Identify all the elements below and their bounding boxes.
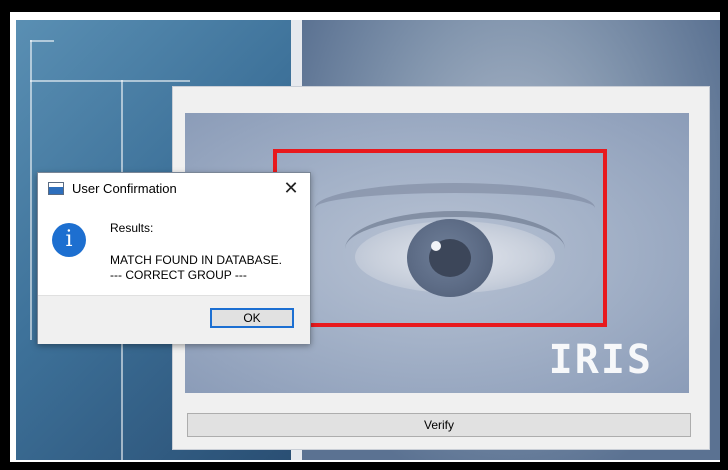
dialog-title: User Confirmation — [72, 181, 177, 196]
verify-button[interactable]: Verify — [187, 413, 691, 437]
ok-button[interactable]: OK — [210, 308, 294, 328]
results-line-1: MATCH FOUND IN DATABASE. — [110, 253, 283, 267]
dialog-footer: OK — [38, 295, 310, 344]
dialog-body: i Results: MATCH FOUND IN DATABASE. --- … — [38, 203, 310, 295]
iris-watermark: IRIS — [548, 337, 653, 383]
results-line-2: --- CORRECT GROUP --- — [110, 268, 247, 282]
grid-line — [30, 40, 32, 340]
grid-line — [30, 80, 190, 82]
user-confirmation-dialog: User Confirmation ✕ i Results: MATCH FOU… — [37, 172, 311, 344]
dialog-titlebar: User Confirmation ✕ — [38, 173, 310, 203]
results-heading: Results: — [110, 221, 154, 235]
info-icon: i — [52, 223, 86, 257]
detection-box — [273, 149, 607, 327]
grid-line — [30, 40, 54, 42]
close-icon[interactable]: ✕ — [280, 177, 302, 199]
window-app-icon — [48, 182, 64, 195]
